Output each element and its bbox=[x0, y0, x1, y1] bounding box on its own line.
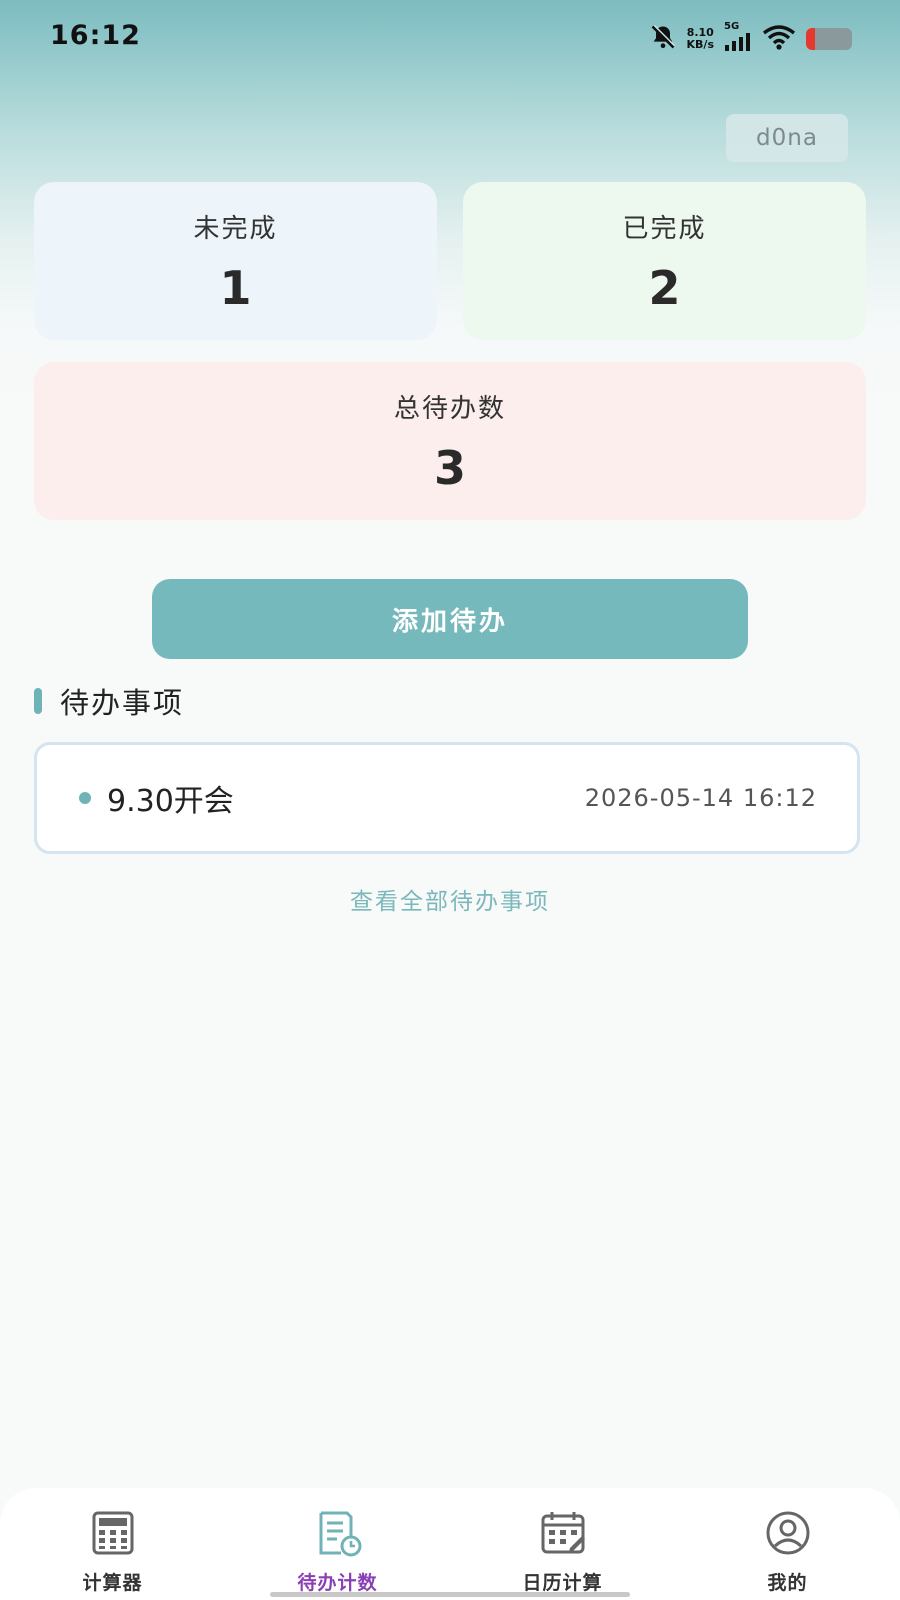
bullet-dot-icon bbox=[79, 792, 91, 804]
tab-calculator[interactable]: 计算器 bbox=[0, 1488, 225, 1600]
section-accent-bar bbox=[34, 688, 42, 714]
total-count: 3 bbox=[433, 441, 466, 495]
todo-title: 9.30开会 bbox=[107, 784, 234, 819]
cell-signal: 5G bbox=[724, 22, 752, 56]
tab-calendar-calc-label: 日历计算 bbox=[522, 1572, 603, 1594]
unfinished-label: 未完成 bbox=[193, 214, 278, 244]
unfinished-card[interactable]: 未完成 1 bbox=[34, 182, 437, 340]
user-name-badge[interactable]: d0na bbox=[726, 114, 848, 162]
user-profile-icon bbox=[763, 1508, 813, 1562]
bottom-nav: 计算器 待办计数 日历计算 我的 bbox=[0, 1488, 900, 1600]
total-card[interactable]: 总待办数 3 bbox=[34, 362, 866, 520]
finished-count: 2 bbox=[648, 261, 681, 315]
net-speed-unit: KB/s bbox=[686, 38, 714, 51]
finished-label: 已完成 bbox=[622, 214, 707, 244]
todo-item[interactable]: 9.30开会 2026-05-14 16:12 bbox=[34, 742, 860, 854]
tab-calendar-calc[interactable]: 日历计算 bbox=[450, 1488, 675, 1600]
status-icons: 8.10 KB/s 5G bbox=[649, 22, 852, 56]
calendar-icon bbox=[538, 1508, 588, 1562]
tab-todo-count-label: 待办计数 bbox=[297, 1572, 378, 1594]
battery-level bbox=[806, 28, 815, 50]
calculator-icon bbox=[88, 1508, 138, 1562]
section-header: 待办事项 bbox=[34, 680, 184, 722]
wifi-icon bbox=[762, 24, 796, 54]
finished-card[interactable]: 已完成 2 bbox=[463, 182, 866, 340]
todo-time: 2026-05-14 16:12 bbox=[584, 784, 817, 812]
tab-mine-label: 我的 bbox=[767, 1572, 808, 1594]
home-indicator[interactable] bbox=[270, 1592, 630, 1597]
view-all-todos-link[interactable]: 查看全部待办事项 bbox=[0, 882, 900, 916]
battery-icon bbox=[806, 28, 852, 50]
status-time: 16:12 bbox=[50, 20, 141, 51]
status-bar: 16:12 8.10 KB/s 5G bbox=[0, 0, 900, 76]
todo-list-icon bbox=[313, 1508, 363, 1562]
signal-icon bbox=[724, 32, 752, 56]
add-todo-button[interactable]: 添加待办 bbox=[152, 579, 748, 659]
tab-mine[interactable]: 我的 bbox=[675, 1488, 900, 1600]
bell-off-icon bbox=[649, 23, 677, 55]
tab-todo-count[interactable]: 待办计数 bbox=[225, 1488, 450, 1600]
unfinished-count: 1 bbox=[219, 261, 252, 315]
section-title: 待办事项 bbox=[60, 686, 185, 720]
tab-calculator-label: 计算器 bbox=[82, 1572, 143, 1594]
net-speed: 8.10 KB/s bbox=[687, 27, 714, 51]
network-type: 5G bbox=[724, 21, 740, 32]
total-label: 总待办数 bbox=[393, 394, 506, 424]
